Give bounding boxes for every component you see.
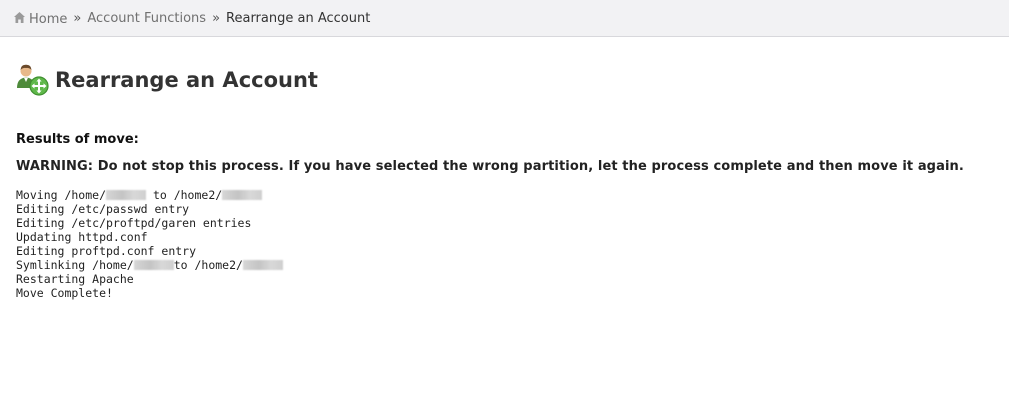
redacted-username: [242, 260, 283, 270]
user-move-icon: [17, 64, 49, 96]
breadcrumb-current: Rearrange an Account: [226, 10, 371, 26]
log-line-moving: Moving /home/ to /home2/: [16, 188, 1009, 202]
breadcrumb: Home » Account Functions » Rearrange an …: [0, 0, 1009, 37]
warning-message: WARNING: Do not stop this process. If yo…: [16, 159, 964, 174]
page-header: Rearrange an Account: [16, 63, 1009, 96]
redacted-username: [133, 260, 174, 270]
breadcrumb-account-functions[interactable]: Account Functions: [87, 11, 206, 26]
log-line-passwd: Editing /etc/passwd entry: [16, 202, 190, 216]
log-line-restarting: Restarting Apache: [16, 272, 134, 286]
results-heading: Results of move:: [16, 132, 139, 147]
redacted-username: [106, 190, 147, 200]
home-icon: [14, 11, 25, 23]
breadcrumb-separator: »: [73, 10, 82, 26]
log-line-complete: Move Complete!: [16, 286, 113, 300]
log-line-proftpd-conf: Editing proftpd.conf entry: [16, 244, 197, 258]
breadcrumb-separator: »: [212, 10, 221, 26]
move-log: Moving /home/ to /home2/ Editing /etc/pa…: [16, 188, 1009, 300]
log-line-symlinking: Symlinking /home/to /home2/: [16, 258, 1009, 272]
breadcrumb-home-label[interactable]: Home: [29, 12, 67, 27]
redacted-username: [222, 190, 263, 200]
log-line-httpd: Updating httpd.conf: [16, 230, 148, 244]
log-line-proftpd: Editing /etc/proftpd/garen entries: [16, 216, 252, 230]
page-title: Rearrange an Account: [55, 67, 318, 92]
breadcrumb-home[interactable]: Home: [13, 10, 67, 27]
